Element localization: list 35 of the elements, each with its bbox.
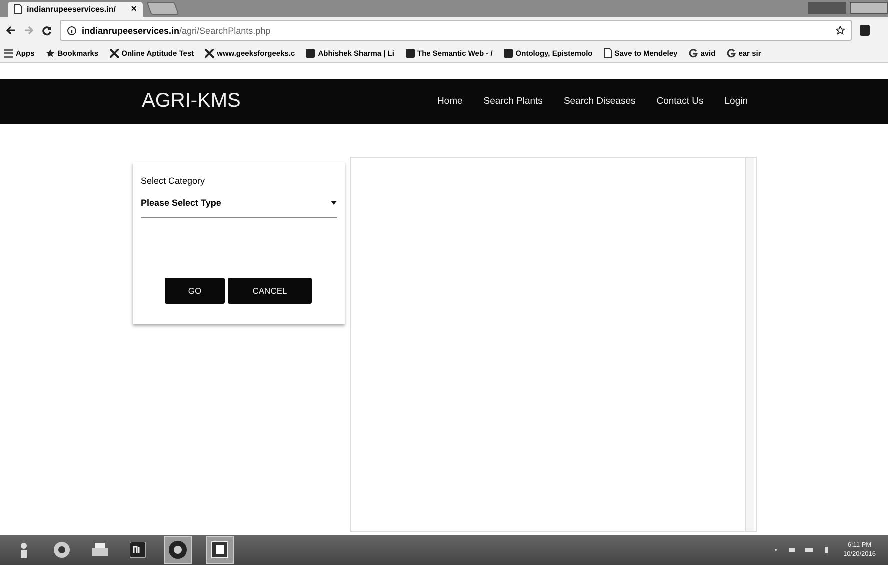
site-icon (306, 48, 316, 58)
caret-icon (331, 201, 337, 205)
site-icon (205, 48, 214, 58)
cancel-button[interactable]: CANCEL (228, 278, 312, 304)
site-icon (110, 48, 119, 58)
site-logo[interactable]: AGRI-KMS (142, 90, 241, 113)
reload-icon[interactable] (42, 26, 52, 36)
page-icon (604, 48, 612, 58)
tab-title: indianrupeeservices.in/ (27, 5, 117, 14)
nav-link[interactable]: Contact Us (656, 96, 704, 107)
window-icon[interactable] (206, 536, 234, 564)
page-icon (14, 4, 23, 15)
nav-link[interactable]: Login (724, 96, 748, 107)
nav-link[interactable]: Search Diseases (564, 96, 636, 107)
field-label: Select Category (141, 176, 206, 186)
info-icon (67, 26, 77, 36)
go-button[interactable]: GO (165, 278, 225, 304)
back-icon[interactable] (6, 26, 16, 35)
maximize-button[interactable] (850, 2, 888, 14)
browser-tab[interactable]: indianrupeeservices.in/ × (8, 2, 143, 17)
apps-grid-icon (4, 48, 13, 58)
nav-link[interactable]: Search Plants (484, 96, 543, 107)
star-icon[interactable] (836, 26, 845, 35)
close-icon[interactable]: × (131, 4, 137, 15)
star-icon (46, 48, 55, 58)
nav-link[interactable]: Home (437, 96, 463, 107)
address-bar[interactable]: indianrupeeservices.in/agri/SearchPlants.php (60, 20, 852, 41)
site-icon (504, 48, 513, 58)
google-icon (726, 48, 736, 58)
google-icon (688, 48, 698, 58)
new-tab-button[interactable] (146, 2, 180, 15)
site-icon (406, 48, 414, 58)
category-select[interactable]: Please Select Type (141, 198, 337, 218)
browser-icon[interactable] (164, 536, 192, 564)
extension-icon[interactable] (860, 25, 870, 36)
